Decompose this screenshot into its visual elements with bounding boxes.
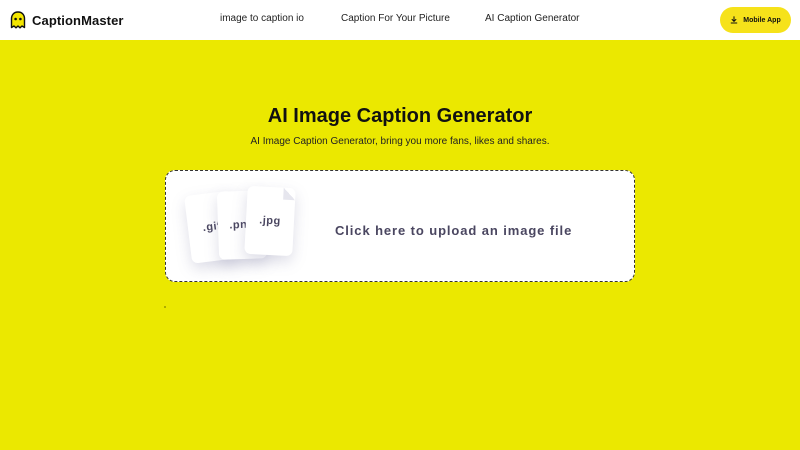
page-title: AI Image Caption Generator bbox=[267, 105, 533, 127]
page-fold bbox=[283, 187, 296, 201]
ghost-icon bbox=[10, 11, 26, 29]
logo-text: CaptionMaster bbox=[32, 12, 124, 28]
stray-dot bbox=[164, 306, 166, 308]
logo[interactable]: CaptionMaster bbox=[10, 11, 124, 29]
download-icon bbox=[730, 16, 738, 24]
mobile-app-button[interactable]: Mobile App bbox=[720, 7, 791, 33]
nav-link-caption-for-picture[interactable]: Caption For Your Picture bbox=[341, 13, 450, 24]
top-navbar: CaptionMaster image to caption io Captio… bbox=[0, 0, 800, 40]
nav-link-ai-caption-generator[interactable]: AI Caption Generator bbox=[485, 13, 580, 24]
nav-link-image-to-caption[interactable]: image to caption io bbox=[220, 13, 304, 24]
page-subtitle: AI Image Caption Generator, bring you mo… bbox=[250, 136, 550, 147]
upload-dropzone[interactable]: .gif .png .jpg Click here to upload an i… bbox=[165, 170, 635, 282]
file-type-label: .jpg bbox=[258, 214, 282, 228]
jpg-file-icon: .jpg bbox=[244, 185, 296, 257]
upload-prompt: Click here to upload an image file bbox=[335, 223, 573, 238]
mobile-app-label: Mobile App bbox=[743, 16, 781, 24]
